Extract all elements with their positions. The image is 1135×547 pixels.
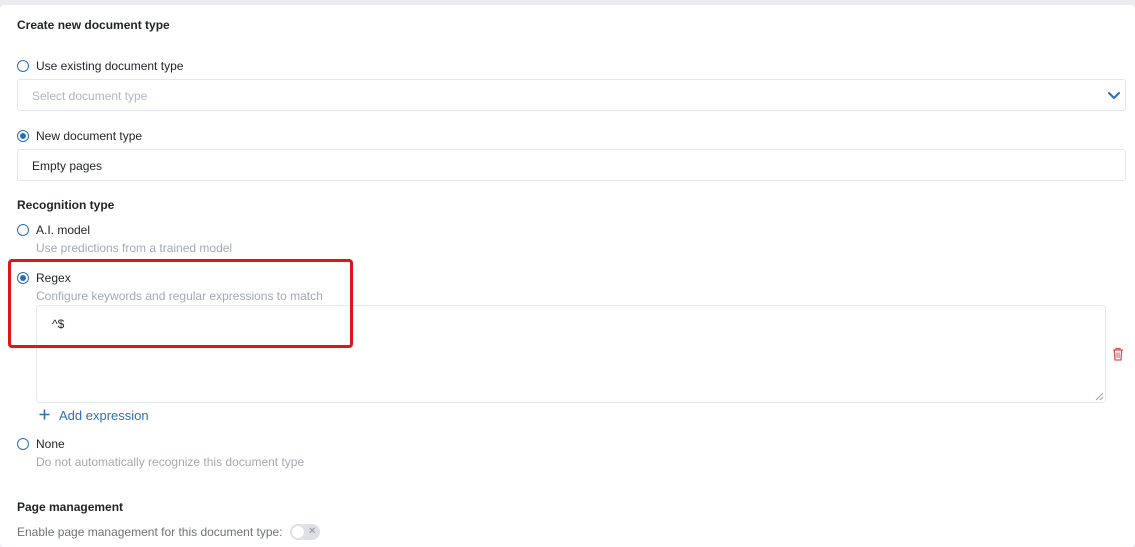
new-document-type-input[interactable]: Empty pages	[17, 149, 1126, 181]
radio-ai-model[interactable]	[17, 224, 29, 236]
radio-new-document-type[interactable]	[17, 130, 29, 142]
radio-none[interactable]	[17, 438, 29, 450]
radio-regex[interactable]	[17, 272, 29, 284]
regex-expression-value: ^$	[52, 317, 65, 331]
none-description: Do not automatically recognize this docu…	[36, 455, 305, 469]
ai-model-label: A.I. model	[36, 223, 91, 237]
page-management-toggle[interactable]: ✕	[290, 524, 320, 540]
radio-use-existing[interactable]	[17, 60, 29, 72]
page-management-enable-label: Enable page management for this document…	[17, 525, 283, 539]
resize-handle-icon[interactable]	[1095, 392, 1104, 401]
close-icon: ✕	[308, 526, 317, 537]
recognition-type-title: Recognition type	[17, 198, 115, 212]
new-document-type-value: Empty pages	[32, 159, 103, 173]
toggle-knob	[292, 526, 304, 538]
regex-description: Configure keywords and regular expressio…	[36, 289, 323, 303]
page-management-title: Page management	[17, 500, 124, 514]
plus-icon	[39, 409, 50, 420]
none-label: None	[36, 437, 65, 451]
use-existing-label: Use existing document type	[36, 59, 184, 73]
chevron-down-icon[interactable]	[1107, 90, 1121, 102]
document-type-select[interactable]: Select document type	[17, 79, 1126, 111]
ai-model-description: Use predictions from a trained model	[36, 241, 233, 255]
select-placeholder: Select document type	[32, 89, 148, 103]
add-expression-label: Add expression	[59, 408, 149, 423]
trash-icon[interactable]	[1112, 347, 1124, 361]
regex-expression-textarea[interactable]: ^$	[36, 305, 1106, 403]
section-title: Create new document type	[17, 18, 170, 32]
new-document-type-label: New document type	[36, 129, 143, 143]
document-type-panel: Create new document type Use existing do…	[0, 5, 1135, 547]
regex-label: Regex	[36, 271, 71, 285]
